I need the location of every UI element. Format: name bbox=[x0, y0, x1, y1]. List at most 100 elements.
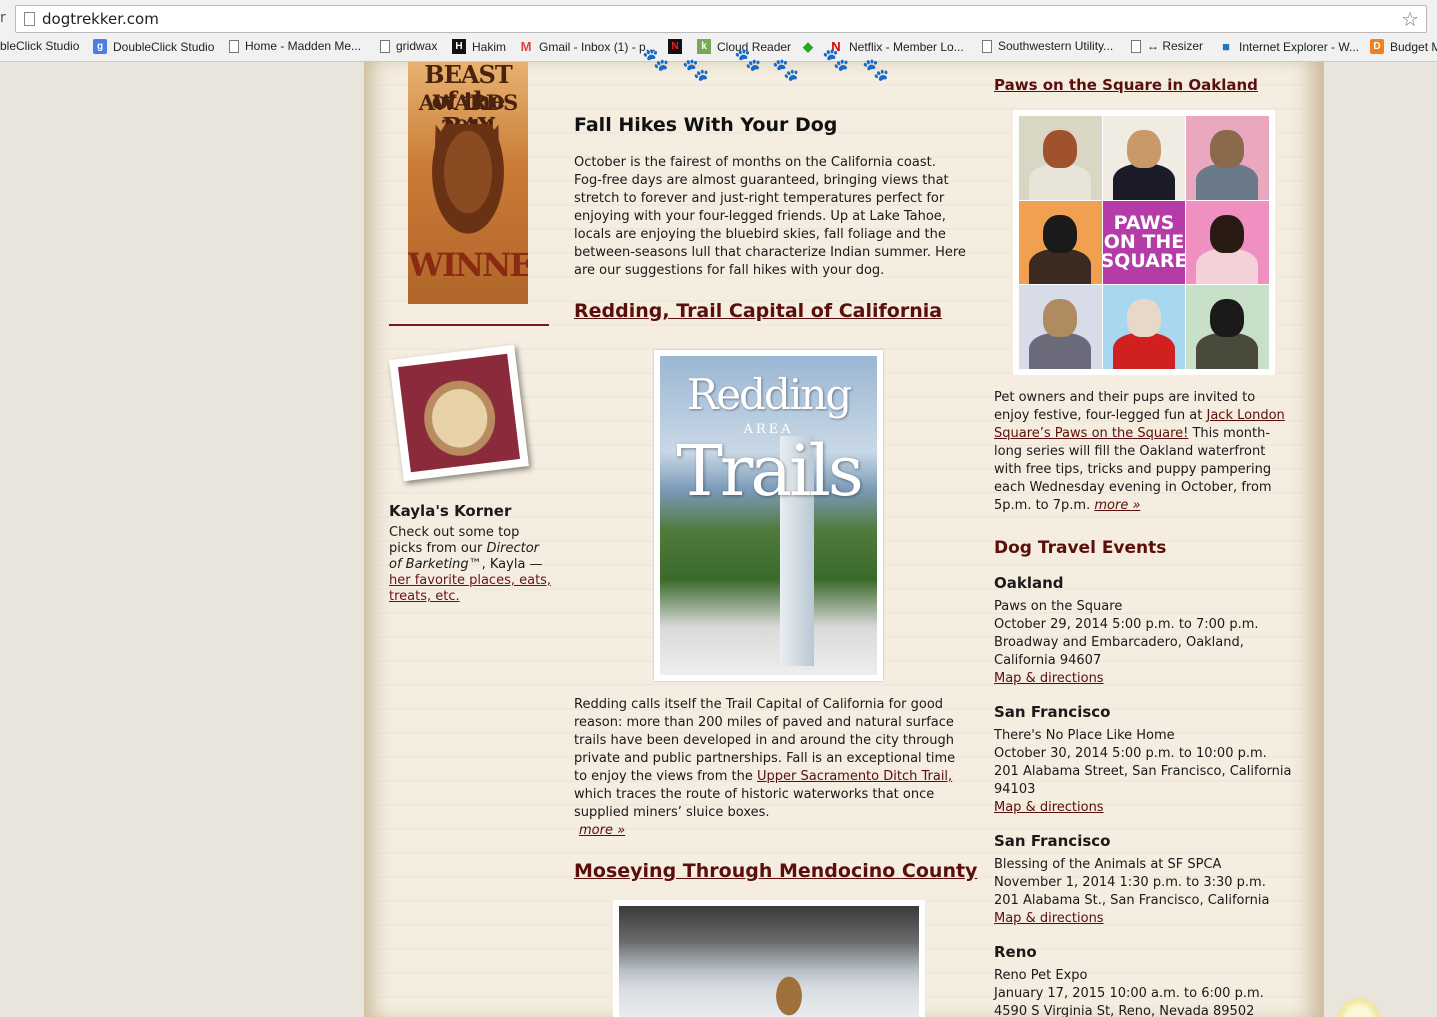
bookmark-item[interactable]: bleClick Studio bbox=[0, 39, 79, 53]
kayla-favorites-link[interactable]: her favorite places, eats, treats, etc. bbox=[389, 573, 551, 604]
page-icon bbox=[24, 12, 35, 26]
event-address: 201 Alabama St., San Francisco, Californ… bbox=[994, 893, 1270, 908]
paws-more-link[interactable]: more » bbox=[1094, 498, 1140, 513]
kayla-korner-text: Check out some top picks from our Direct… bbox=[389, 525, 554, 605]
bookmark-label: Internet Explorer - W... bbox=[1239, 39, 1360, 54]
bookmark-item[interactable]: g DoubleClick Studio bbox=[93, 39, 214, 54]
event-date: October 29, 2014 5:00 p.m. to 7:00 p.m. bbox=[994, 617, 1259, 632]
bookmark-label: DoubleClick Studio bbox=[113, 39, 215, 54]
redding-more-link[interactable]: more » bbox=[579, 823, 625, 838]
event-name: Blessing of the Animals at SF SPCA bbox=[994, 857, 1222, 872]
dog-portrait bbox=[1019, 200, 1102, 285]
dog-photo bbox=[397, 353, 521, 473]
paws-logo-text: PAWS ON THE SQUARE bbox=[1102, 211, 1186, 272]
mendocino-image-art bbox=[619, 906, 919, 1017]
event-address: 4590 S Virginia St, Reno, Nevada 89502 bbox=[994, 1004, 1255, 1017]
event-name: There's No Place Like Home bbox=[994, 728, 1175, 743]
bookmark-label: Hakim bbox=[472, 39, 507, 54]
event-city: San Francisco bbox=[994, 703, 1111, 721]
dog-portrait bbox=[1019, 116, 1102, 200]
paws-on-square-image[interactable]: PAWS ON THE SQUARE bbox=[1013, 110, 1275, 375]
bookmark-item[interactable]: Home - Madden Me... bbox=[229, 39, 361, 53]
dog-portrait bbox=[1186, 200, 1269, 285]
bookmark-label: Netflix - Member Lo... bbox=[849, 39, 964, 54]
bookmark-item[interactable]: N bbox=[668, 39, 688, 54]
scroll-to-top-button[interactable] bbox=[1338, 998, 1380, 1017]
bookmark-item[interactable]: gridwax bbox=[380, 39, 437, 53]
page-content: BEAST of the BAY AWARDS 2014 WINNER Kayl… bbox=[364, 48, 1324, 1017]
bookmark-label: Gmail - Inbox (1) - p... bbox=[539, 39, 656, 54]
event-address: 201 Alabama Street, San Francisco, Calif… bbox=[994, 764, 1292, 797]
dog-portrait bbox=[1019, 285, 1102, 369]
bookmark-item[interactable]: ↔ Resizer bbox=[1131, 39, 1203, 53]
event-item: San Francisco There's No Place Like Home… bbox=[994, 703, 1294, 817]
map-directions-link[interactable]: Map & directions bbox=[994, 671, 1104, 686]
bookmarks-bar: bleClick Studio g DoubleClick Studio Hom… bbox=[0, 37, 1437, 59]
paw-print-icon: 🐾 bbox=[822, 48, 850, 73]
windows-icon: ■ bbox=[1222, 39, 1230, 54]
page-icon bbox=[380, 39, 390, 53]
mendocino-image[interactable] bbox=[613, 900, 925, 1017]
ditch-trail-link[interactable]: Upper Sacramento Ditch Trail, bbox=[757, 769, 952, 784]
bookmark-label: Southwestern Utility... bbox=[998, 39, 1114, 53]
browser-chrome: r dogtrekker.com ☆ bleClick Studio g Dou… bbox=[0, 0, 1437, 62]
bookmark-item[interactable]: Southwestern Utility... bbox=[982, 39, 1113, 53]
redding-heading-link[interactable]: Redding, Trail Capital of California bbox=[574, 300, 942, 322]
dog-silhouette bbox=[426, 124, 510, 244]
bookmark-item[interactable]: H Hakim bbox=[452, 39, 506, 54]
gmail-icon: M bbox=[520, 39, 532, 54]
kayla-korner-title: Kayla's Korner bbox=[389, 502, 512, 520]
events-title: Dog Travel Events bbox=[994, 538, 1167, 558]
image-text-redding: Redding bbox=[686, 370, 853, 419]
event-city: Reno bbox=[994, 943, 1037, 961]
bookmark-star-icon[interactable]: ☆ bbox=[1401, 7, 1419, 31]
redding-trails-image[interactable]: Redding AREA Trails bbox=[654, 350, 883, 681]
bookmark-item[interactable]: M Gmail - Inbox (1) - p... bbox=[519, 39, 656, 54]
map-directions-link[interactable]: Map & directions bbox=[994, 800, 1104, 815]
dog-shape bbox=[769, 976, 809, 1017]
article-title: Fall Hikes With Your Dog bbox=[574, 114, 838, 136]
bookmark-label: ↔ Resizer bbox=[1147, 39, 1204, 53]
event-date: November 1, 2014 1:30 p.m. to 3:30 p.m. bbox=[994, 875, 1266, 890]
event-name: Paws on the Square bbox=[994, 599, 1123, 614]
dog-portrait bbox=[1186, 285, 1269, 369]
award-badge[interactable]: BEAST of the BAY AWARDS 2014 WINNER bbox=[408, 62, 528, 304]
dog-portrait bbox=[1102, 116, 1186, 200]
address-bar[interactable]: dogtrekker.com ☆ bbox=[15, 5, 1427, 33]
left-edge-glyph: r bbox=[0, 10, 6, 26]
bookmark-label: bleClick Studio bbox=[0, 39, 80, 53]
image-text-trails: Trails bbox=[676, 430, 864, 512]
budget-icon: D bbox=[1370, 39, 1384, 54]
dog-portrait bbox=[1102, 285, 1186, 369]
paws-description: Pet owners and their pups are invited to… bbox=[994, 389, 1294, 515]
mendocino-heading-link[interactable]: Moseying Through Mendocino County bbox=[574, 860, 977, 882]
paw-print-icon: 🐾 bbox=[642, 48, 670, 73]
dog-portrait-grid: PAWS ON THE SQUARE bbox=[1019, 116, 1269, 369]
dog-portrait bbox=[1186, 116, 1269, 200]
kayla-photo[interactable] bbox=[389, 344, 529, 482]
event-item: San Francisco Blessing of the Animals at… bbox=[994, 832, 1294, 928]
bookmark-item[interactable]: ■ Internet Explorer - W... bbox=[1219, 39, 1359, 54]
page-icon bbox=[229, 39, 239, 53]
paws-on-square-link[interactable]: Paws on the Square in Oakland bbox=[994, 76, 1258, 94]
map-directions-link[interactable]: Map & directions bbox=[994, 911, 1104, 926]
event-item: Reno Reno Pet Expo January 17, 2015 10:0… bbox=[994, 943, 1294, 1017]
redding-text: Redding calls itself the Trail Capital o… bbox=[574, 696, 966, 840]
kayla-text-2: ™, Kayla — bbox=[468, 557, 543, 572]
event-city: Oakland bbox=[994, 574, 1064, 592]
kindle-icon: k bbox=[697, 39, 711, 54]
page-icon bbox=[1131, 39, 1141, 53]
page-icon bbox=[982, 39, 992, 53]
bookmark-item[interactable]: ◆ bbox=[801, 39, 821, 54]
event-item: Oakland Paws on the Square October 29, 2… bbox=[994, 574, 1294, 688]
paw-print-icon: 🐾 bbox=[772, 58, 800, 83]
event-name: Reno Pet Expo bbox=[994, 968, 1088, 983]
bookmark-item[interactable]: D Budget M bbox=[1370, 39, 1437, 54]
event-city: San Francisco bbox=[994, 832, 1111, 850]
paws-logo: PAWS ON THE SQUARE bbox=[1102, 200, 1186, 285]
address-url[interactable]: dogtrekker.com bbox=[42, 10, 159, 28]
event-address: Broadway and Embarcadero, Oakland, Calif… bbox=[994, 635, 1244, 668]
bookmark-label: Home - Madden Me... bbox=[245, 39, 362, 53]
paw-print-icon: 🐾 bbox=[734, 48, 762, 73]
paw-print-icon: 🐾 bbox=[682, 58, 710, 83]
